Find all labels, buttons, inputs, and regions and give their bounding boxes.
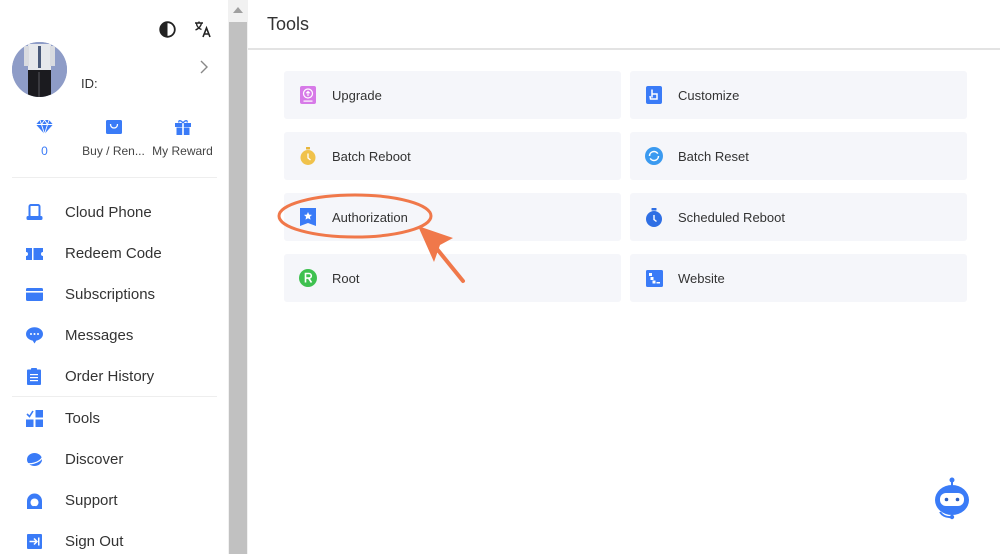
buy-renew-button[interactable]: Buy / Ren... bbox=[79, 118, 148, 158]
sidebar-nav-secondary: Tools Discover Support Sign Out bbox=[0, 398, 228, 554]
tool-label: Website bbox=[678, 270, 725, 286]
tools-icon bbox=[25, 410, 43, 428]
sidebar-item-label: Discover bbox=[65, 451, 124, 468]
translate-icon[interactable] bbox=[194, 20, 212, 38]
contrast-icon[interactable] bbox=[158, 20, 176, 38]
gift-icon bbox=[174, 118, 191, 136]
support-icon bbox=[25, 492, 43, 510]
tool-upgrade[interactable]: Upgrade bbox=[284, 71, 621, 119]
sign-out-icon bbox=[25, 533, 43, 551]
tool-batch-reboot[interactable]: Batch Reboot bbox=[284, 132, 621, 180]
diamonds-button[interactable]: 0 bbox=[10, 118, 79, 158]
tool-label: Root bbox=[332, 270, 360, 286]
sidebar-item-tools[interactable]: Tools bbox=[0, 398, 228, 439]
chevron-right-icon[interactable] bbox=[199, 60, 209, 79]
diamond-count: 0 bbox=[41, 144, 48, 158]
sidebar-item-label: Subscriptions bbox=[65, 286, 156, 303]
chatbot-button[interactable] bbox=[930, 476, 974, 522]
card-icon bbox=[25, 286, 43, 304]
planet-icon bbox=[25, 451, 43, 469]
chatbot-icon bbox=[935, 477, 969, 520]
tool-website[interactable]: Website bbox=[630, 254, 967, 302]
batch-reboot-icon bbox=[299, 147, 317, 165]
tool-batch-reset[interactable]: Batch Reset bbox=[630, 132, 967, 180]
my-reward-button[interactable]: My Reward bbox=[148, 118, 217, 158]
buy-renew-label: Buy / Ren... bbox=[82, 144, 145, 158]
scheduled-reboot-icon bbox=[645, 207, 663, 227]
sidebar-item-messages[interactable]: Messages bbox=[0, 315, 228, 356]
sidebar: ID: 0 Buy / Ren... My Reward Cloud Phone… bbox=[0, 0, 228, 554]
sidebar-top-icons bbox=[158, 20, 212, 38]
divider bbox=[12, 177, 217, 178]
sidebar-item-label: Tools bbox=[65, 410, 101, 427]
my-reward-label: My Reward bbox=[152, 144, 213, 158]
sidebar-item-label: Cloud Phone bbox=[65, 204, 152, 221]
upgrade-icon bbox=[299, 86, 317, 104]
tool-authorization[interactable]: Authorization bbox=[284, 193, 621, 241]
tool-root[interactable]: Root bbox=[284, 254, 621, 302]
tool-customize[interactable]: Customize bbox=[630, 71, 967, 119]
tool-label: Customize bbox=[678, 87, 740, 103]
ticket-icon bbox=[25, 245, 43, 263]
quick-actions: 0 Buy / Ren... My Reward bbox=[10, 118, 218, 158]
root-icon bbox=[299, 269, 317, 287]
tool-label: Scheduled Reboot bbox=[678, 209, 785, 225]
sidebar-item-label: Support bbox=[65, 492, 118, 509]
clipboard-icon bbox=[25, 368, 43, 386]
page-header: Tools bbox=[248, 0, 1000, 50]
avatar[interactable] bbox=[12, 42, 67, 97]
batch-reset-icon bbox=[645, 147, 663, 165]
tools-grid: Upgrade Customize Batch Reboot Batch Res… bbox=[284, 71, 967, 302]
phone-icon bbox=[25, 204, 43, 222]
tool-label: Batch Reset bbox=[678, 148, 749, 164]
scroll-up-arrow-icon[interactable] bbox=[233, 7, 243, 13]
sidebar-item-cloud-phone[interactable]: Cloud Phone bbox=[0, 192, 228, 233]
sidebar-item-label: Messages bbox=[65, 327, 134, 344]
tool-label: Upgrade bbox=[332, 87, 382, 103]
sidebar-item-label: Sign Out bbox=[65, 533, 124, 550]
sidebar-scrollbar[interactable] bbox=[228, 0, 248, 554]
sidebar-item-support[interactable]: Support bbox=[0, 480, 228, 521]
sidebar-item-sign-out[interactable]: Sign Out bbox=[0, 521, 228, 554]
divider bbox=[12, 396, 217, 397]
scroll-thumb[interactable] bbox=[229, 22, 247, 554]
website-icon bbox=[645, 269, 663, 287]
sidebar-item-label: Order History bbox=[65, 368, 155, 385]
shopping-bag-icon bbox=[105, 118, 122, 136]
diamond-icon bbox=[36, 118, 53, 136]
tool-label: Batch Reboot bbox=[332, 148, 411, 164]
sidebar-item-order-history[interactable]: Order History bbox=[0, 356, 228, 397]
main-panel: Tools Upgrade Customize Batch Reboot Bat… bbox=[248, 0, 1000, 554]
sidebar-item-label: Redeem Code bbox=[65, 245, 162, 262]
sidebar-item-discover[interactable]: Discover bbox=[0, 439, 228, 480]
tool-label: Authorization bbox=[332, 209, 408, 225]
chat-icon bbox=[25, 327, 43, 345]
sidebar-nav-primary: Cloud Phone Redeem Code Subscriptions Me… bbox=[0, 192, 228, 397]
authorization-icon bbox=[299, 208, 317, 226]
profile-id: ID: bbox=[81, 76, 98, 91]
sidebar-item-subscriptions[interactable]: Subscriptions bbox=[0, 274, 228, 315]
page-title: Tools bbox=[267, 13, 310, 34]
customize-icon bbox=[645, 86, 663, 104]
tool-scheduled-reboot[interactable]: Scheduled Reboot bbox=[630, 193, 967, 241]
sidebar-item-redeem-code[interactable]: Redeem Code bbox=[0, 233, 228, 274]
